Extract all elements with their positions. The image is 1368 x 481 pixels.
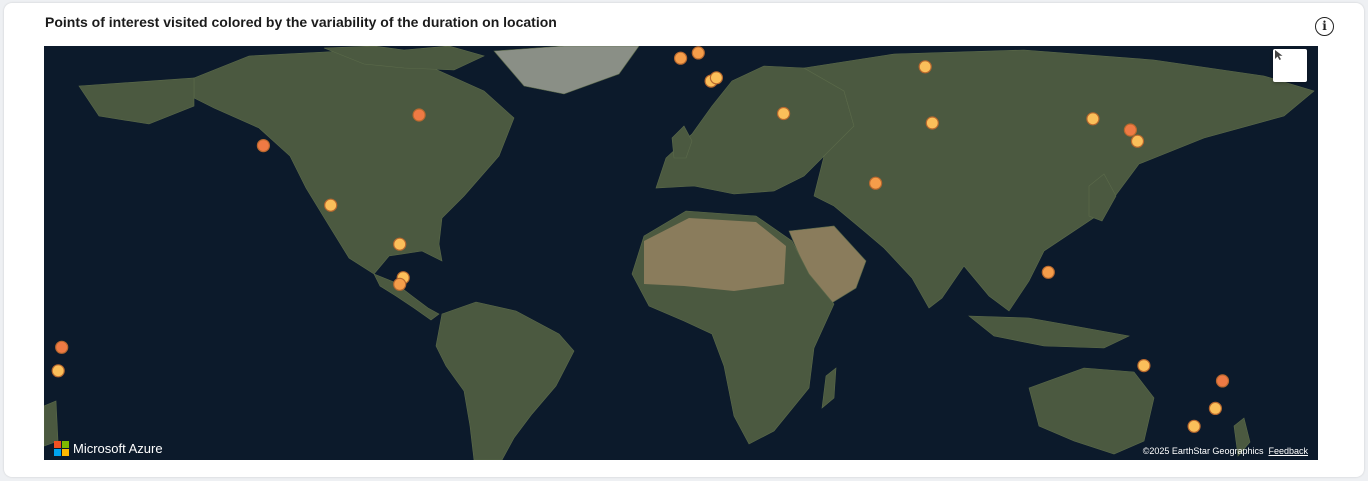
poi-marker[interactable] <box>709 71 724 85</box>
poi-marker[interactable] <box>691 46 705 60</box>
widget-title: Points of interest visited colored by th… <box>45 14 557 30</box>
poi-marker[interactable] <box>1130 134 1145 148</box>
poi-marker[interactable] <box>673 51 688 65</box>
copyright-text: ©2025 EarthStar Geographics <box>1142 446 1264 456</box>
pacific-island <box>44 400 59 447</box>
poi-marker[interactable] <box>1086 112 1100 126</box>
poi-marker[interactable] <box>1137 359 1151 373</box>
poi-marker[interactable] <box>393 277 407 291</box>
poi-marker[interactable] <box>1208 401 1223 415</box>
poi-marker[interactable] <box>55 340 69 354</box>
info-icon[interactable]: i <box>1315 17 1334 36</box>
logo-text: Microsoft Azure <box>73 441 163 456</box>
poi-marker[interactable] <box>324 198 338 212</box>
poi-marker[interactable] <box>868 176 883 190</box>
microsoft-logo-icon <box>54 441 69 456</box>
poi-marker[interactable] <box>776 106 791 121</box>
poi-marker[interactable] <box>1041 265 1055 279</box>
poi-marker[interactable] <box>412 108 426 122</box>
poi-marker[interactable] <box>1123 123 1138 137</box>
world-map[interactable]: Microsoft Azure ©2025 EarthStar Geograph… <box>44 46 1318 460</box>
poi-marker[interactable] <box>1187 419 1201 433</box>
poi-marker[interactable] <box>925 116 939 130</box>
poi-marker[interactable] <box>918 60 932 74</box>
selection-tool-button[interactable] <box>1273 49 1307 82</box>
cursor-arrow-icon <box>1275 50 1283 60</box>
map-canvas[interactable] <box>44 46 1318 460</box>
poi-marker[interactable] <box>256 138 270 153</box>
poi-marker[interactable] <box>1215 374 1230 388</box>
azure-logo: Microsoft Azure <box>54 441 163 456</box>
map-attribution: ©2025 EarthStar Geographics Feedback <box>1143 446 1308 456</box>
poi-marker[interactable] <box>393 237 407 251</box>
feedback-link[interactable]: Feedback <box>1268 446 1308 456</box>
poi-marker[interactable] <box>51 364 65 378</box>
